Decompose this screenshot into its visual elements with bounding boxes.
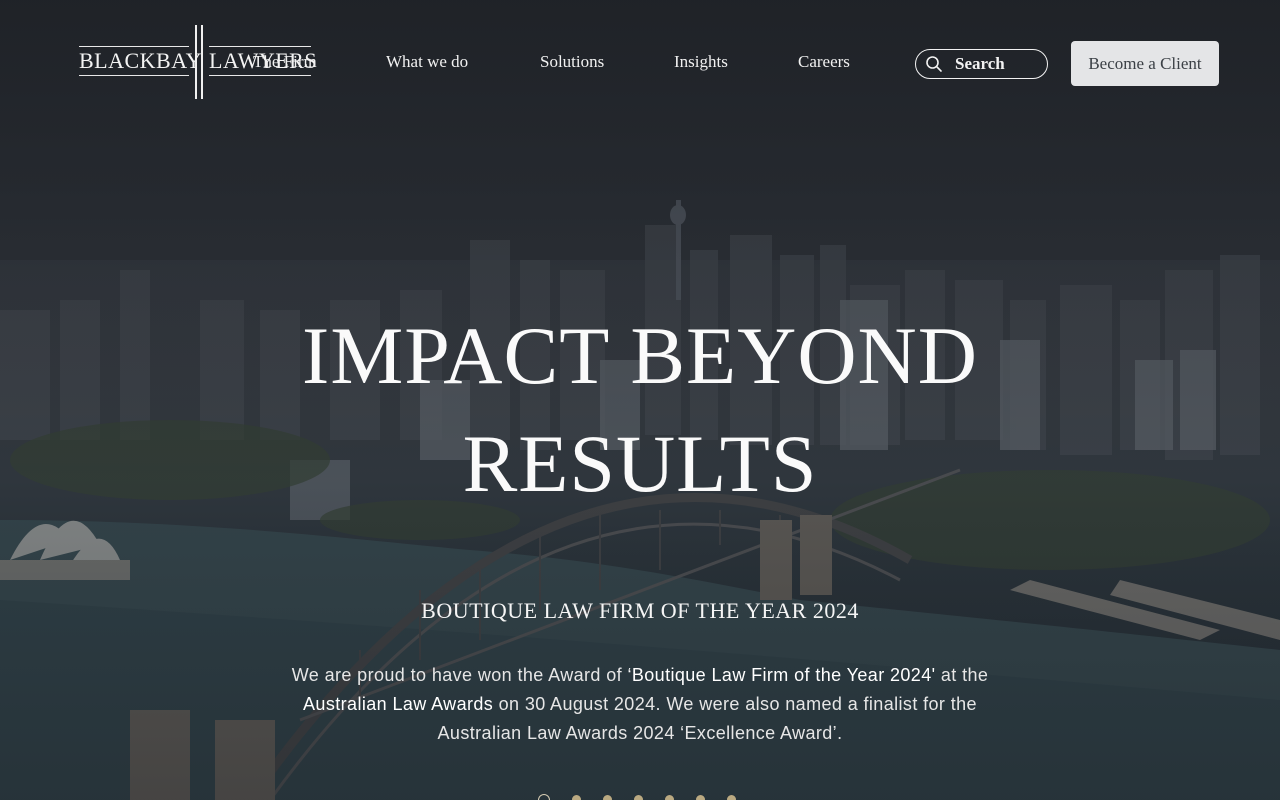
carousel-dot[interactable] xyxy=(634,795,643,800)
search-placeholder: Search xyxy=(955,54,1005,73)
hero-headline: IMPACT BEYOND RESULTS xyxy=(0,302,1280,518)
carousel-dot[interactable] xyxy=(727,795,736,800)
logo-rule xyxy=(79,46,189,47)
carousel-dot[interactable] xyxy=(696,795,705,800)
award-name-link[interactable]: ‘Boutique Law Firm of the Year 2024' xyxy=(627,665,935,685)
carousel-dot[interactable] xyxy=(572,795,581,800)
nav-item-what-we-do[interactable]: What we do xyxy=(386,50,468,74)
hero-headline-line1: IMPACT BEYOND xyxy=(302,310,978,401)
australian-law-awards-link[interactable]: Australian Law Awards xyxy=(303,694,493,714)
carousel-dot[interactable] xyxy=(538,794,550,800)
become-a-client-button[interactable]: Become a Client xyxy=(1071,41,1219,86)
search-icon xyxy=(926,56,942,72)
carousel-pagination xyxy=(538,794,736,800)
logo-rule xyxy=(79,75,189,76)
award-description: We are proud to have won the Award of ‘B… xyxy=(290,661,990,748)
award-text: at the xyxy=(935,665,989,685)
carousel-dot[interactable] xyxy=(603,795,612,800)
hero-headline-line2: RESULTS xyxy=(462,418,818,509)
nav-item-solutions[interactable]: Solutions xyxy=(540,50,604,74)
award-title: BOUTIQUE LAW FIRM OF THE YEAR 2024 xyxy=(421,598,859,623)
award-text: on 30 August 2024. We were also named a … xyxy=(437,694,977,743)
nav-item-insights[interactable]: Insights xyxy=(674,50,728,74)
nav-item-careers[interactable]: Careers xyxy=(798,50,850,74)
search-input[interactable]: Search xyxy=(915,49,1048,79)
carousel-dot[interactable] xyxy=(665,795,674,800)
nav-item-the-firm[interactable]: The Firm xyxy=(253,50,317,74)
award-text: We are proud to have won the Award of xyxy=(291,665,628,685)
logo-rule xyxy=(209,75,311,76)
logo-rule xyxy=(209,46,311,47)
